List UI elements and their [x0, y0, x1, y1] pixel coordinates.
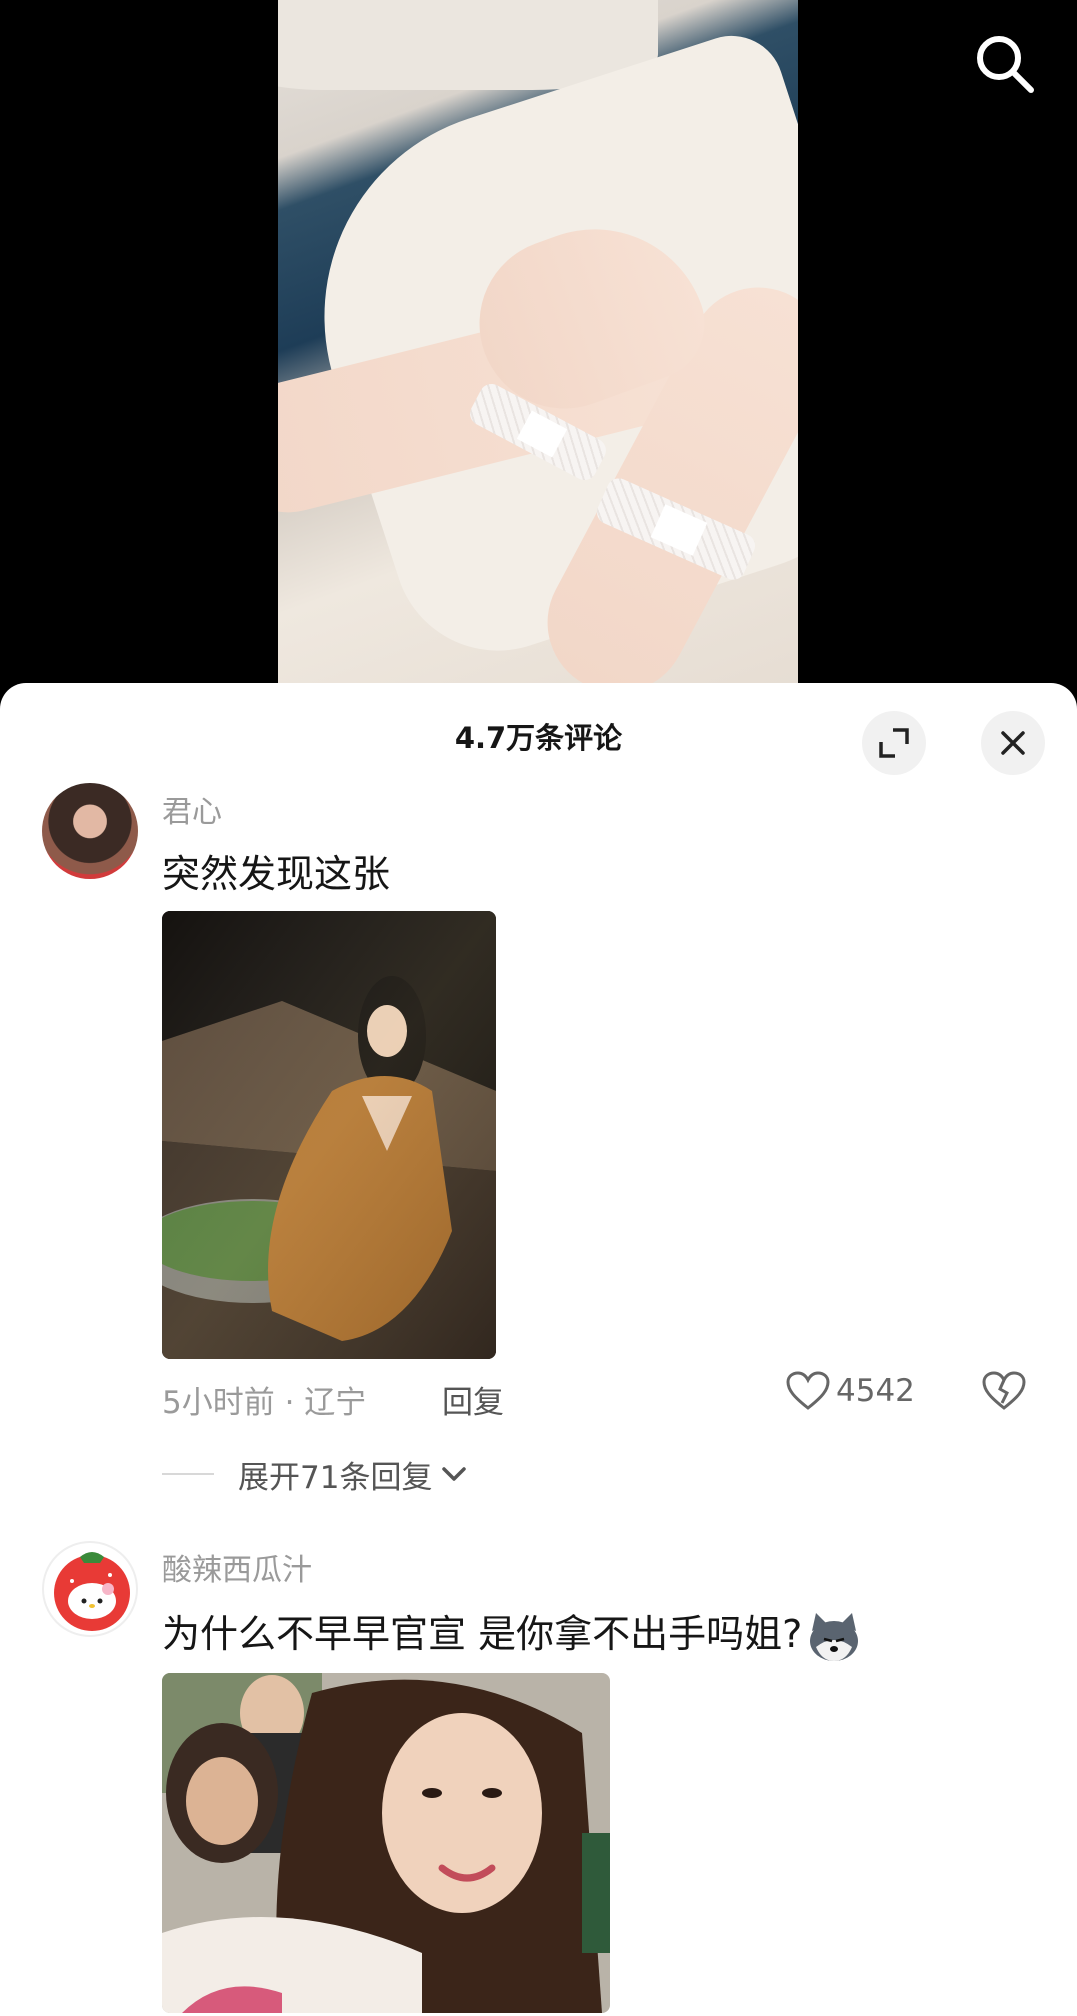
comment-text-content: 为什么不早早官宣 是你拿不出手吗姐? — [162, 1612, 803, 1656]
search-icon — [977, 36, 1034, 93]
chevron-down-icon — [442, 1467, 467, 1481]
comment-image[interactable] — [162, 1673, 610, 2013]
comment-photo — [162, 1673, 610, 2013]
comment-username[interactable]: 君心 — [162, 787, 222, 831]
like-button[interactable]: 4542 — [786, 1371, 915, 1411]
close-icon — [1001, 731, 1025, 755]
comment-item: 君心 突然发现这张 — [0, 783, 1077, 1359]
expand-button[interactable] — [862, 711, 926, 775]
comment-username[interactable]: 酸辣西瓜汁 — [162, 1545, 312, 1589]
close-button[interactable] — [981, 711, 1045, 775]
comment-text: 突然发现这张 — [162, 852, 391, 896]
expand-replies-label: 展开71条回复 — [238, 1459, 433, 1496]
like-count: 4542 — [836, 1373, 915, 1409]
heart-icon — [786, 1371, 830, 1410]
divider — [162, 1473, 214, 1475]
comment-item: 酸辣西瓜汁 为什么不早早官宣 是你拿不出手吗姐? — [0, 1541, 1077, 2016]
husky-emoji-icon — [806, 1611, 862, 1663]
expand-icon — [879, 728, 909, 758]
hello-kitty-avatar-image — [54, 1552, 130, 1631]
reply-button[interactable]: 回复 — [442, 1377, 504, 1422]
comment-photo — [162, 911, 496, 1359]
expand-replies-button[interactable]: 展开71条回复 — [162, 1451, 468, 1497]
comment-time-location: 5小时前 · 辽宁 — [162, 1385, 367, 1421]
comment-image[interactable] — [162, 911, 496, 1359]
broken-heart-icon — [982, 1371, 1026, 1410]
avatar[interactable] — [42, 783, 138, 879]
video-player[interactable] — [0, 0, 1077, 700]
comment-text: 为什么不早早官宣 是你拿不出手吗姐? — [162, 1603, 862, 1663]
search-button[interactable] — [971, 30, 1037, 96]
video-frame — [278, 0, 798, 690]
avatar[interactable] — [42, 1541, 138, 1637]
dislike-button[interactable] — [982, 1371, 1026, 1419]
comment-meta: 5小时前 · 辽宁 回复 4542 — [162, 1371, 1047, 1421]
comments-sheet: 4.7万条评论 君心 突然发现这张 5小时前 · 辽宁 回复 4542 展开71… — [0, 683, 1077, 2016]
